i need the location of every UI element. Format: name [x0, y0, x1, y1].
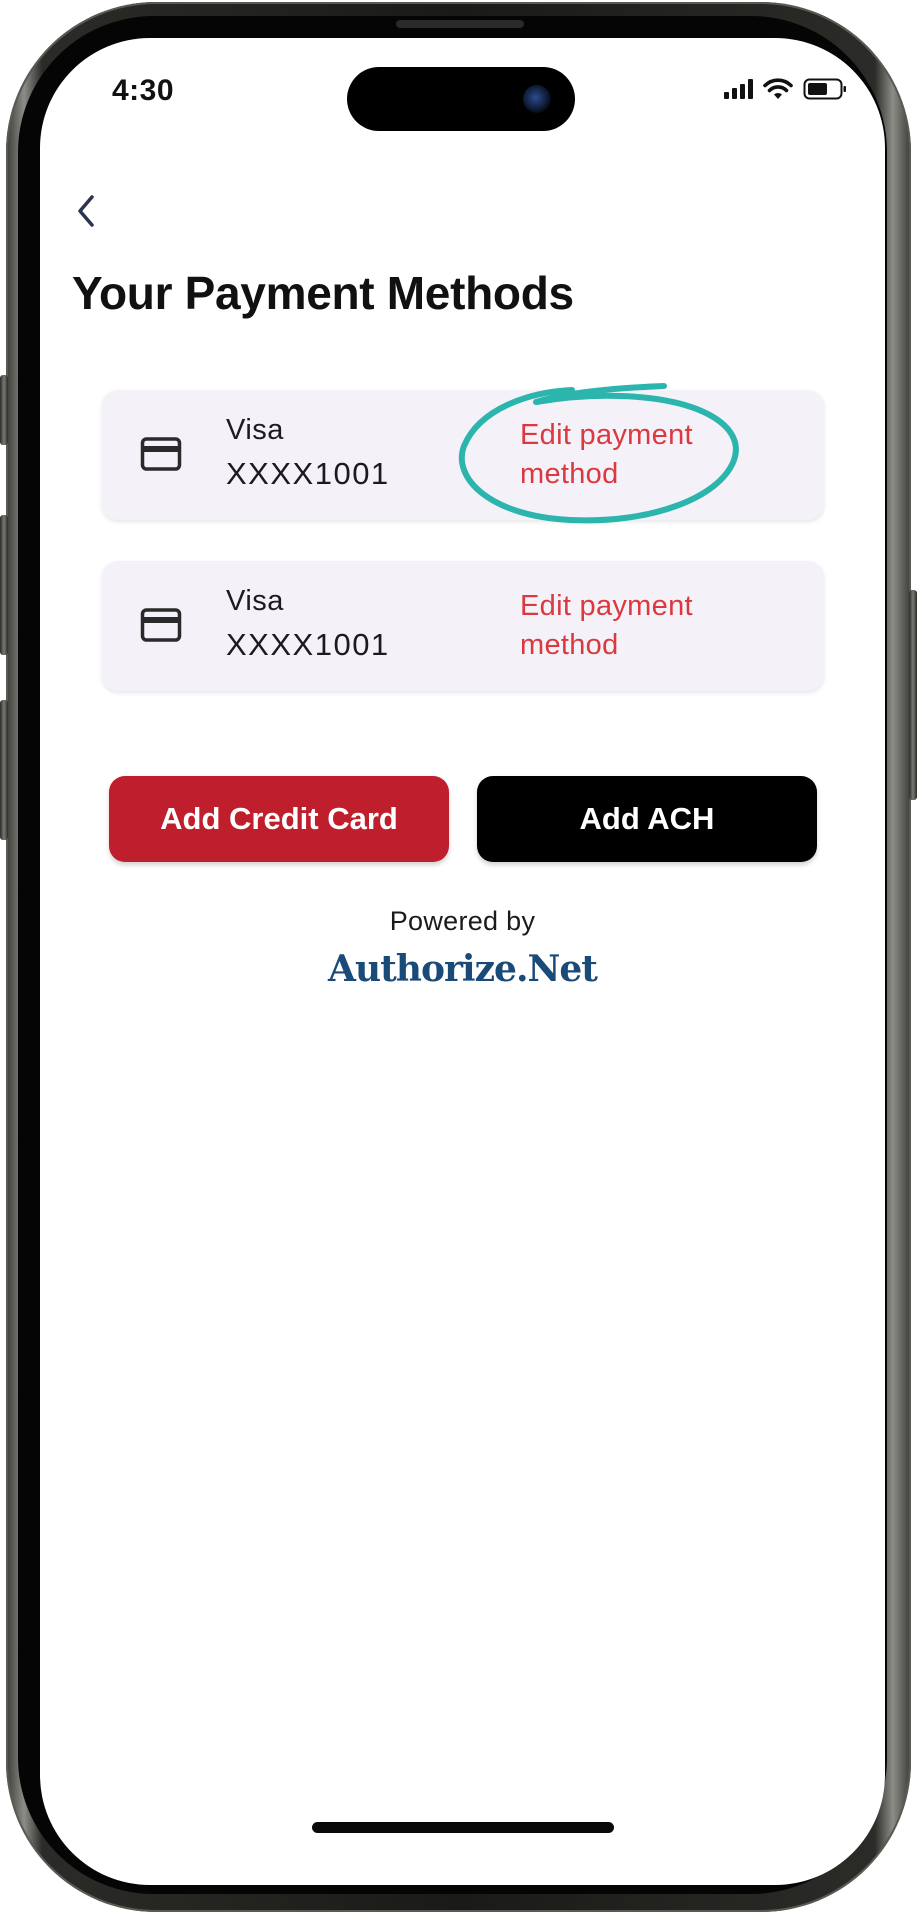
authorize-net-logo: Authorize.Net — [328, 948, 598, 990]
dynamic-island — [347, 67, 575, 131]
back-button[interactable] — [66, 186, 106, 236]
credit-card-icon — [140, 608, 182, 642]
add-ach-button[interactable]: Add ACH — [477, 776, 817, 862]
status-icons — [724, 78, 847, 100]
volume-down-button — [0, 700, 8, 840]
device-mockup: 4:30 Your Payment Methods Visa XXXX1001 … — [0, 0, 917, 1917]
app-screen: 4:30 Your Payment Methods Visa XXXX1001 … — [40, 38, 885, 1885]
card-number: XXXX1001 — [226, 627, 390, 662]
power-button — [909, 590, 917, 800]
card-brand: Visa — [226, 585, 284, 617]
edit-payment-method-link[interactable]: Edit payment method — [520, 587, 750, 665]
page-title: Your Payment Methods — [72, 267, 574, 319]
battery-icon — [803, 78, 847, 100]
credit-card-icon — [140, 437, 182, 471]
home-indicator[interactable] — [312, 1822, 614, 1833]
cellular-signal-icon — [724, 79, 753, 99]
chevron-left-icon — [78, 195, 94, 227]
payment-method-card: Visa XXXX1001 Edit payment method — [102, 390, 824, 520]
edit-payment-method-link[interactable]: Edit payment method — [520, 416, 750, 494]
card-number: XXXX1001 — [226, 456, 390, 491]
speaker-slot — [396, 20, 524, 28]
card-brand: Visa — [226, 414, 284, 446]
wifi-icon — [763, 78, 793, 100]
add-credit-card-button[interactable]: Add Credit Card — [109, 776, 449, 862]
powered-by-label: Powered by — [389, 906, 536, 936]
volume-up-button — [0, 515, 8, 655]
silent-switch — [0, 375, 8, 445]
status-time: 4:30 — [112, 74, 175, 107]
camera-icon — [523, 85, 551, 113]
payment-method-card: Visa XXXX1001 Edit payment method — [102, 561, 824, 691]
